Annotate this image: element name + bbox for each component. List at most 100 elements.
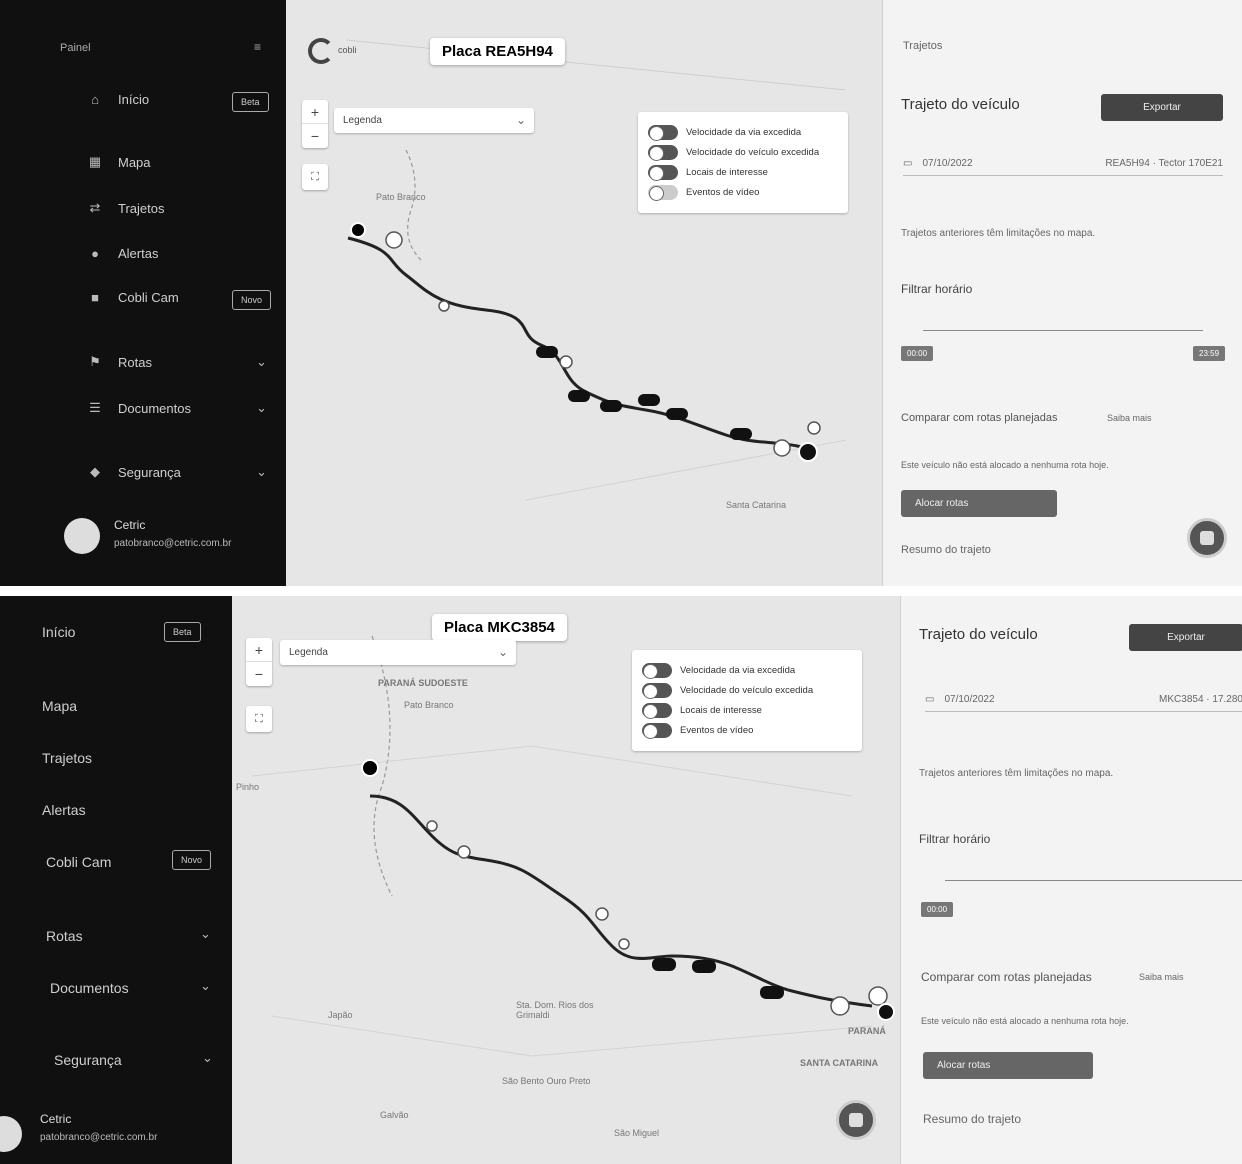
export-button[interactable]: Exportar — [1101, 94, 1223, 121]
legend-label: Locais de interesse — [686, 167, 768, 178]
sidebar-item-trajetos[interactable]: ⇄ Trajetos — [86, 200, 165, 216]
map-town-label: Sta. Dom. Rios dos Grimaldi — [516, 1000, 594, 1020]
user-email: patobranco@cetric.com.br — [40, 1132, 158, 1143]
avatar[interactable] — [0, 1116, 22, 1152]
collapse-icon[interactable]: ≡ — [254, 40, 261, 54]
map-icon: ▦ — [88, 154, 102, 169]
legend-panel: Velocidade da via excedida Velocidade do… — [632, 650, 862, 751]
chevron-down-icon[interactable]: ⌄ — [256, 400, 267, 416]
sidebar-title: Painel — [60, 42, 91, 54]
sidebar-item-inicio[interactable]: ⌂ Início — [86, 92, 149, 107]
vehicle-value: REA5H94 · Tector 170E21 — [1105, 158, 1223, 169]
time-slider-track[interactable] — [945, 880, 1242, 881]
map-city-label: Pato Branco — [376, 192, 426, 202]
legend-select[interactable]: Legenda ⌄ — [280, 640, 516, 665]
legend-select[interactable]: Legenda ⌄ — [334, 108, 534, 133]
legend-row: Locais de interesse — [648, 165, 838, 181]
legend-select-label: Legenda — [289, 647, 328, 658]
legend-toggle[interactable] — [642, 723, 672, 739]
sidebar-item-cobli-cam[interactable]: Cobli Cam — [46, 854, 111, 870]
compare-note: Este veículo não está alocado a nenhuma … — [921, 1016, 1129, 1026]
date-vehicle-selector[interactable]: ▭ 07/10/2022 REA5H94 · Tector 170E21 — [903, 158, 1223, 176]
right-panel: Trajeto do veículo Exportar ▭ 07/10/2022… — [900, 596, 1242, 1164]
legend-toggle[interactable] — [648, 185, 678, 201]
legend-toggle[interactable] — [648, 165, 678, 181]
map-town-label: São Miguel — [614, 1128, 660, 1138]
sidebar-item-label: Mapa — [42, 698, 78, 714]
chevron-down-icon[interactable]: ⌄ — [256, 464, 267, 480]
sidebar-item-label: Cobli Cam — [118, 290, 179, 305]
sidebar-item-label: Alertas — [118, 246, 159, 261]
legend-toggle[interactable] — [648, 125, 678, 141]
date-value: 07/10/2022 — [922, 158, 973, 169]
legend-row: Velocidade da via excedida — [648, 125, 838, 141]
alert-icon: ● — [91, 246, 99, 261]
sidebar-item-trajetos[interactable]: Trajetos — [42, 750, 92, 766]
user-email: patobranco@cetric.com.br — [114, 538, 232, 549]
map-area[interactable]: Placa MKC3854 + − ⛶ Legenda ⌄ Velocidade… — [232, 596, 900, 1164]
sidebar-item-mapa[interactable]: Mapa — [42, 698, 77, 714]
time-start-chip: 00:00 — [901, 346, 934, 361]
zoom-out-button[interactable]: − — [246, 662, 272, 686]
sidebar-item-alertas[interactable]: ● Alertas — [86, 246, 158, 261]
time-slider-track[interactable] — [923, 330, 1203, 331]
fullscreen-icon[interactable]: ⛶ — [246, 706, 272, 732]
date-vehicle-selector[interactable]: ▭ 07/10/2022 MKC3854 · 17.280 — [925, 694, 1242, 712]
add-route-button[interactable]: Alocar rotas — [923, 1052, 1093, 1079]
chevron-down-icon[interactable]: ⌄ — [202, 1050, 213, 1066]
chevron-down-icon: ⌄ — [515, 113, 526, 127]
route-path — [369, 794, 873, 1008]
info-text: Trajetos anteriores têm limitações no ma… — [901, 228, 1096, 239]
export-button[interactable]: Exportar — [1129, 624, 1242, 651]
sidebar-item-label: Início — [42, 624, 76, 640]
sidebar-item-documentos[interactable]: Documentos — [50, 980, 129, 996]
zoom-in-button[interactable]: + — [302, 100, 328, 124]
add-route-button[interactable]: Alocar rotas — [901, 490, 1057, 517]
legend-row: Locais de interesse — [642, 703, 852, 719]
sidebar: Início Beta Mapa Trajetos Alertas Cobli … — [0, 596, 232, 1164]
legend-label: Eventos de vídeo — [686, 187, 760, 198]
sidebar-item-label: Mapa — [118, 154, 151, 170]
avatar[interactable] — [64, 518, 100, 554]
chat-button[interactable] — [836, 1100, 876, 1140]
sidebar-item-documentos[interactable]: ☰ Documentos — [86, 400, 191, 416]
sidebar-item-inicio[interactable]: Início — [42, 624, 75, 640]
zoom-control: + − — [302, 100, 328, 148]
sidebar-item-seguranca[interactable]: ◆ Segurança — [86, 464, 181, 480]
chevron-down-icon[interactable]: ⌄ — [200, 926, 211, 942]
compare-label: Comparar com rotas planejadas — [901, 412, 1058, 424]
legend-toggle[interactable] — [642, 663, 672, 679]
chevron-down-icon[interactable]: ⌄ — [200, 978, 211, 994]
fullscreen-icon[interactable]: ⛶ — [302, 164, 328, 190]
compare-tag[interactable]: Saiba mais — [1139, 972, 1184, 982]
sidebar-item-seguranca[interactable]: Segurança — [54, 1052, 122, 1068]
home-icon: ⌂ — [91, 92, 99, 107]
map-canvas — [345, 39, 847, 501]
sidebar-item-label: Cobli Cam — [46, 854, 112, 870]
map-area[interactable]: cobli Placa REA5H94 + − ⛶ Legenda ⌄ Velo… — [286, 0, 882, 586]
sidebar-item-label: Segurança — [118, 464, 181, 480]
legend-toggle[interactable] — [642, 703, 672, 719]
plate-label: Placa REA5H94 — [430, 38, 565, 65]
zoom-in-button[interactable]: + — [246, 638, 272, 662]
legend-row: Eventos de vídeo — [648, 185, 838, 201]
sidebar-item-label: Trajetos — [118, 200, 165, 216]
chevron-down-icon[interactable]: ⌄ — [256, 354, 267, 370]
route-path — [347, 236, 807, 450]
map-region-label: PARANÁ SUDOESTE — [378, 678, 468, 688]
legend-row: Velocidade da via excedida — [642, 663, 852, 679]
chat-button[interactable] — [1187, 518, 1227, 558]
sidebar-item-label: Segurança — [54, 1052, 122, 1068]
panel-title: Trajeto do veículo — [919, 626, 1038, 643]
compare-tag[interactable]: Saiba mais — [1107, 413, 1152, 423]
beta-badge: Beta — [164, 622, 201, 642]
zoom-out-button[interactable]: − — [302, 124, 328, 148]
sidebar-item-cobli-cam[interactable]: ■ Cobli Cam — [86, 290, 179, 305]
sidebar-item-mapa[interactable]: ▦ Mapa — [86, 154, 151, 170]
legend-toggle[interactable] — [642, 683, 672, 699]
sidebar-item-alertas[interactable]: Alertas — [42, 802, 86, 818]
vehicle-value: MKC3854 · 17.280 — [1159, 694, 1242, 705]
legend-toggle[interactable] — [648, 145, 678, 161]
sidebar-item-rotas[interactable]: ⚑ Rotas — [86, 354, 152, 370]
sidebar-item-rotas[interactable]: Rotas — [46, 928, 83, 944]
